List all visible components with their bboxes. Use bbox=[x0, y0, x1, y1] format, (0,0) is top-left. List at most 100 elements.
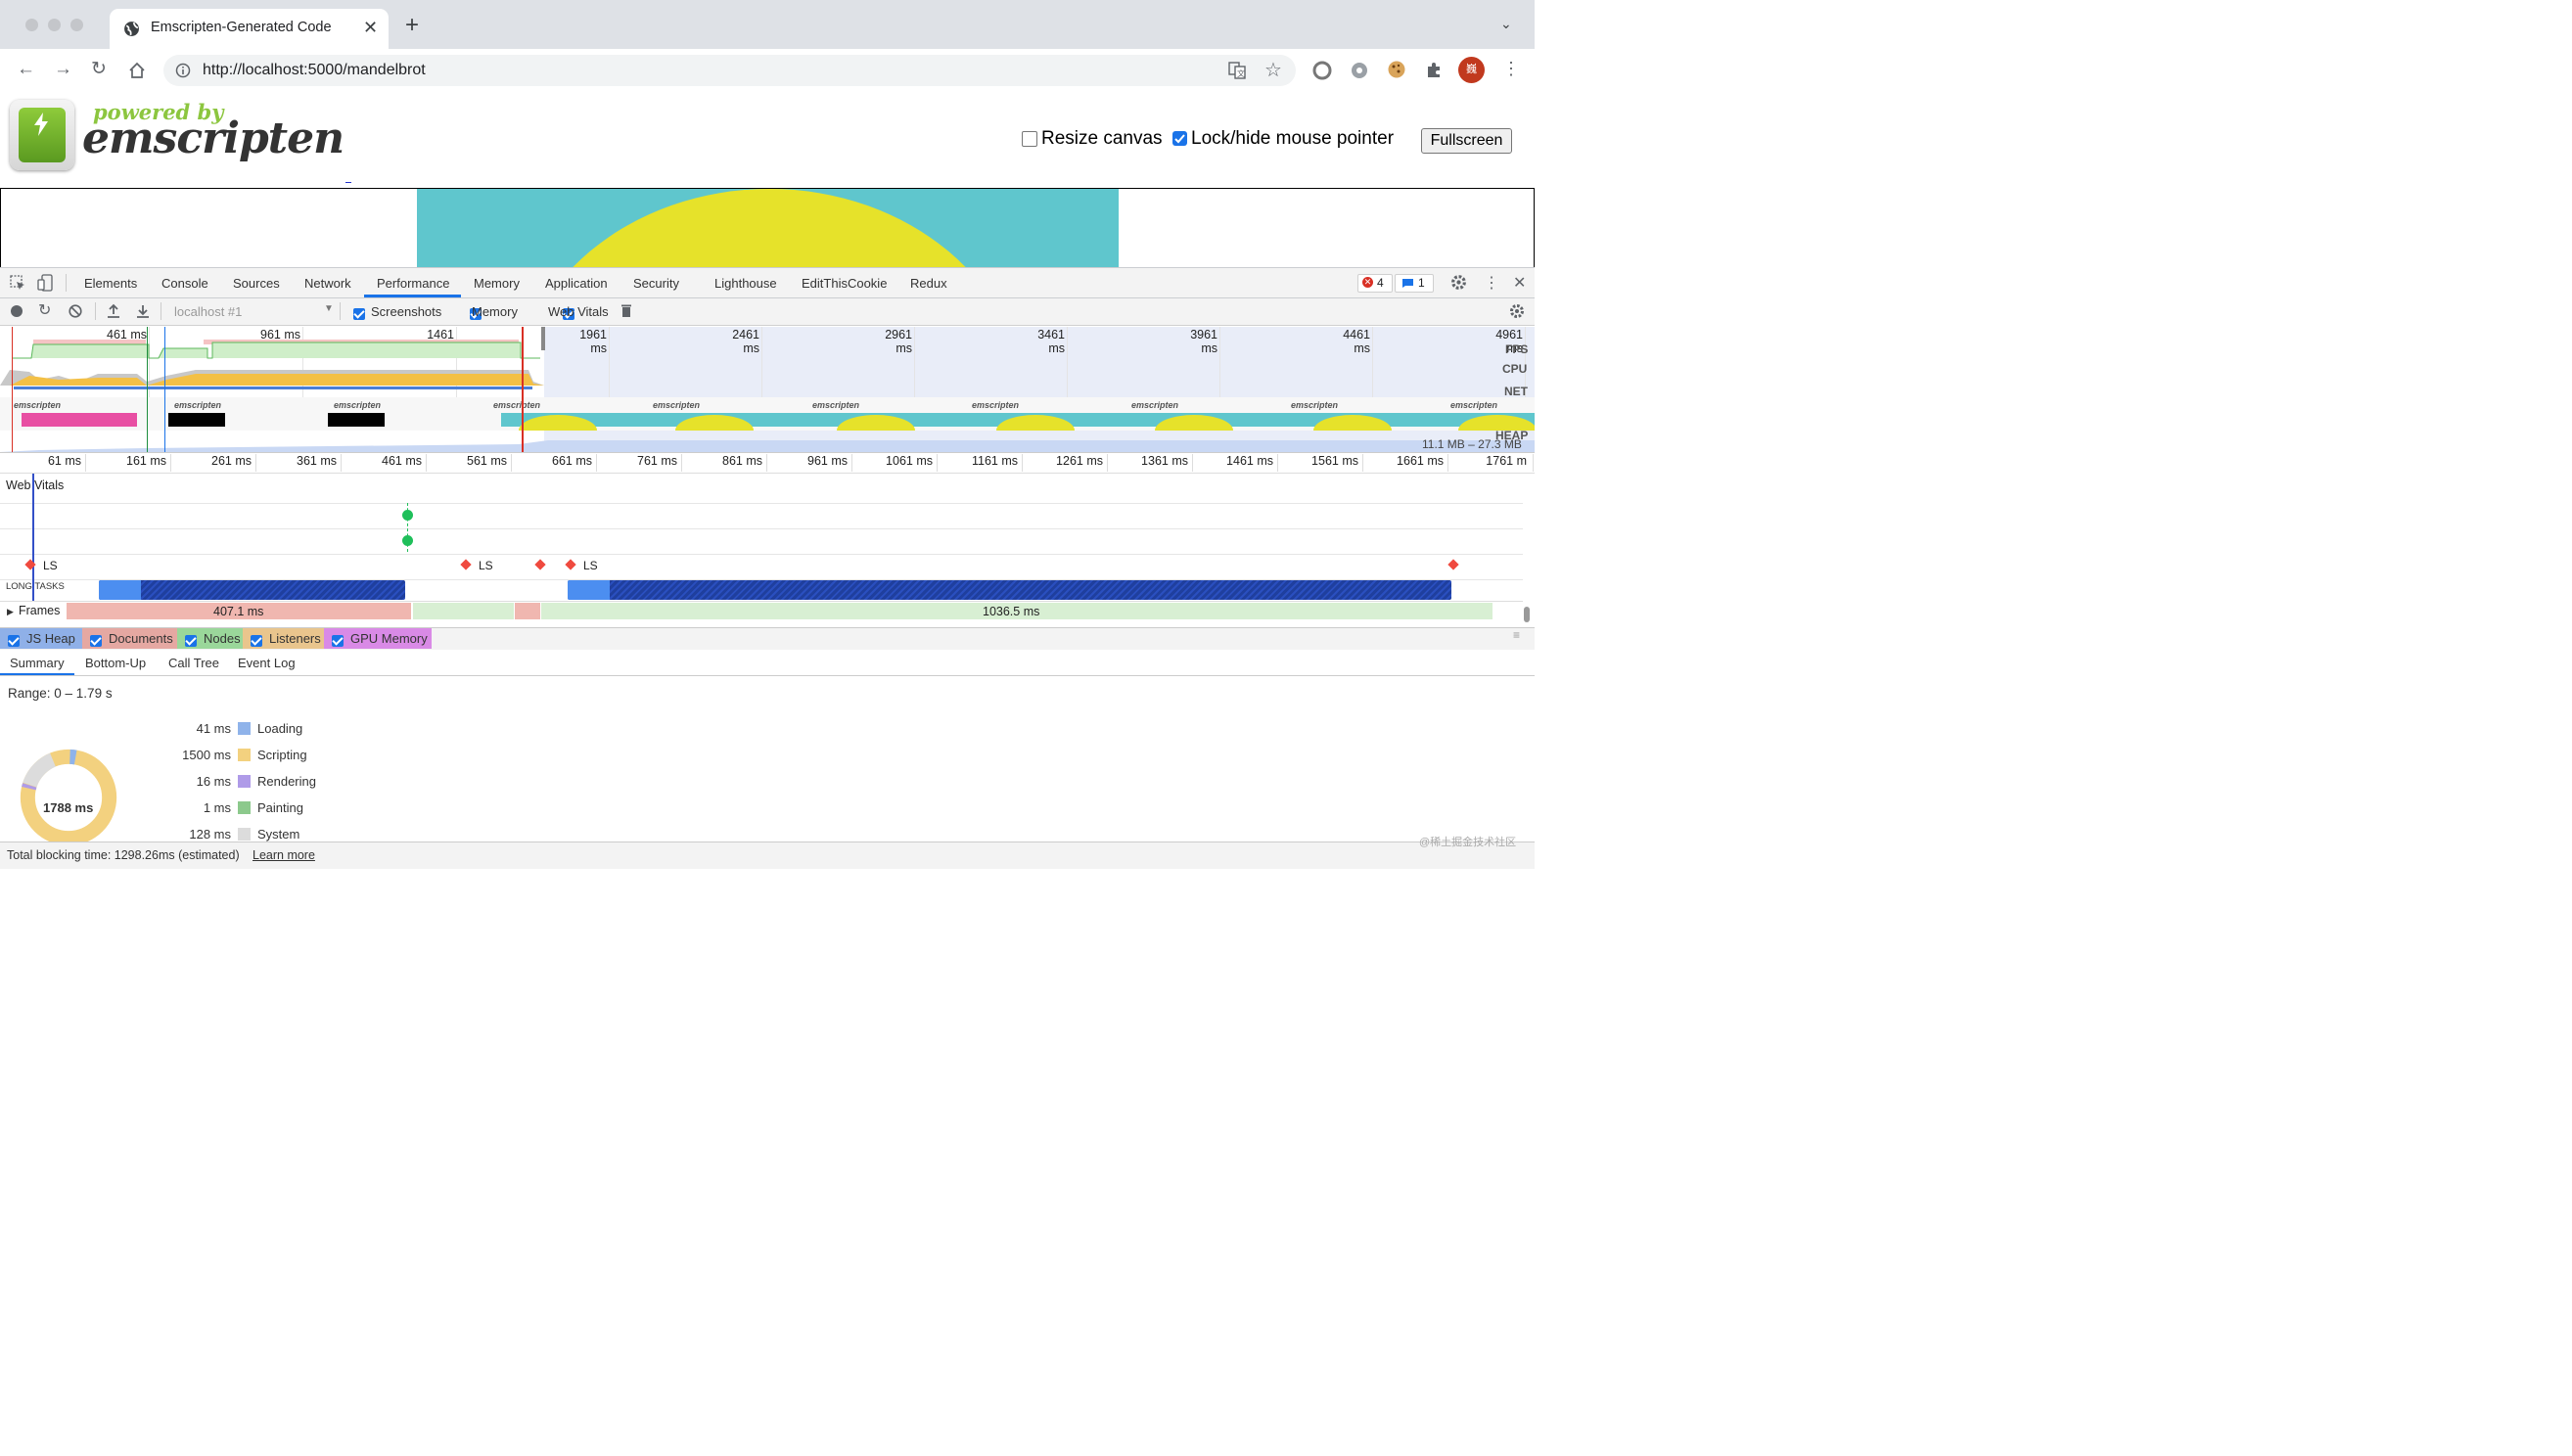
layout-shift-marker[interactable] bbox=[460, 559, 472, 570]
back-button[interactable]: ← bbox=[17, 59, 35, 80]
extension-circle-icon[interactable] bbox=[1312, 61, 1332, 80]
tab-call-tree[interactable]: Call Tree bbox=[168, 656, 219, 670]
learn-more-link[interactable]: Learn more bbox=[253, 848, 315, 862]
counter-checkbox[interactable] bbox=[185, 635, 197, 647]
tab-application[interactable]: Application bbox=[545, 276, 608, 291]
extension-gear-icon[interactable] bbox=[1350, 61, 1369, 80]
tab-redux[interactable]: Redux bbox=[910, 276, 947, 291]
info-icon[interactable] bbox=[175, 63, 191, 78]
tab-divider bbox=[66, 274, 67, 292]
cookie-icon[interactable] bbox=[1387, 60, 1406, 79]
resize-canvas-checkbox[interactable] bbox=[1022, 131, 1037, 147]
expand-frames-icon[interactable]: ▶ bbox=[7, 607, 14, 617]
tab-editthiscookie[interactable]: EditThisCookie bbox=[802, 276, 887, 291]
tab-search-chevron-icon[interactable]: ⌄ bbox=[1500, 16, 1512, 32]
translate-icon[interactable]: 文 bbox=[1228, 62, 1246, 79]
tab-performance[interactable]: Performance bbox=[377, 276, 449, 291]
memory-counter-toggle[interactable]: Listeners bbox=[243, 628, 324, 649]
chevron-down-icon[interactable]: ▼ bbox=[324, 303, 334, 314]
summary-donut-chart bbox=[20, 749, 117, 846]
globe-icon bbox=[124, 22, 139, 36]
tab-event-log[interactable]: Event Log bbox=[238, 656, 296, 670]
screenshots-checkbox[interactable] bbox=[353, 308, 365, 320]
inspect-element-icon[interactable] bbox=[10, 275, 26, 292]
tab-network[interactable]: Network bbox=[304, 276, 351, 291]
close-tab-icon[interactable]: ✕ bbox=[363, 18, 378, 38]
save-profile-icon[interactable] bbox=[136, 303, 150, 319]
tab-bottom-up[interactable]: Bottom-Up bbox=[85, 656, 146, 670]
time-grid-line bbox=[851, 454, 852, 472]
tab-security[interactable]: Security bbox=[633, 276, 679, 291]
frame-bar-dropped[interactable] bbox=[515, 603, 540, 619]
overview-marker bbox=[12, 327, 13, 452]
memory-counter-toggle[interactable]: JS Heap bbox=[0, 628, 82, 649]
counter-checkbox[interactable] bbox=[332, 635, 344, 647]
home-icon[interactable] bbox=[128, 62, 146, 79]
close-window-button[interactable] bbox=[25, 19, 38, 31]
minimize-window-button[interactable] bbox=[48, 19, 61, 31]
counter-label: Documents bbox=[109, 631, 173, 646]
cpu-label: CPU bbox=[1502, 362, 1528, 376]
drag-handle-icon[interactable]: ≡ bbox=[1513, 628, 1520, 642]
close-devtools-icon[interactable]: ✕ bbox=[1513, 273, 1526, 293]
time-grid-line bbox=[1447, 454, 1448, 472]
address-bar[interactable]: http://localhost:5000/mandelbrot 文 ☆ bbox=[163, 55, 1296, 86]
time-tick-label: 1561 ms bbox=[1311, 454, 1358, 468]
extensions-puzzle-icon[interactable] bbox=[1425, 61, 1444, 79]
vital-marker-good[interactable] bbox=[402, 510, 413, 521]
long-task-bar[interactable] bbox=[99, 580, 405, 600]
flame-scrollbar[interactable] bbox=[1524, 607, 1530, 622]
timeline-overview[interactable]: 461 ms961 ms1461 ms1961 ms2461 ms2961 ms… bbox=[0, 327, 1535, 453]
zoom-window-button[interactable] bbox=[70, 19, 83, 31]
bookmark-star-icon[interactable]: ☆ bbox=[1264, 58, 1282, 82]
reload-profile-button[interactable]: ↻ bbox=[38, 300, 51, 320]
tab-summary[interactable]: Summary bbox=[10, 656, 65, 670]
tab-console[interactable]: Console bbox=[161, 276, 208, 291]
tab-lighthouse[interactable]: Lighthouse bbox=[714, 276, 777, 291]
flame-chart[interactable]: Web Vitals LS LS LS LONG TASKS ▶ Frames bbox=[0, 474, 1523, 625]
memory-counter-toggle[interactable]: GPU Memory bbox=[324, 628, 432, 649]
fullscreen-button[interactable]: Fullscreen bbox=[1421, 128, 1512, 154]
error-counter[interactable]: ✕ 4 bbox=[1357, 274, 1393, 293]
overview-tick-label: 2461 ms bbox=[732, 328, 759, 355]
message-counter[interactable]: 1 bbox=[1395, 274, 1434, 293]
tab-elements[interactable]: Elements bbox=[84, 276, 137, 291]
overview-tick-label: 1961 ms bbox=[579, 328, 607, 355]
devtools-menu-icon[interactable]: ⋮ bbox=[1484, 273, 1499, 293]
vital-marker-good[interactable] bbox=[402, 535, 413, 546]
record-button[interactable] bbox=[11, 305, 23, 317]
load-profile-icon[interactable] bbox=[107, 303, 120, 319]
heap-range: 11.1 MB – 27.3 MB bbox=[1422, 437, 1522, 451]
summary-category: Rendering bbox=[257, 774, 316, 789]
time-tick-label: 1061 ms bbox=[886, 454, 933, 468]
tab-memory[interactable]: Memory bbox=[474, 276, 520, 291]
frame-bar[interactable] bbox=[413, 603, 514, 619]
device-toolbar-icon[interactable] bbox=[37, 274, 54, 292]
lock-pointer-checkbox[interactable] bbox=[1172, 131, 1187, 146]
settings-gear-icon[interactable] bbox=[1450, 274, 1467, 291]
clear-icon[interactable] bbox=[69, 304, 82, 318]
counter-checkbox[interactable] bbox=[8, 635, 20, 647]
profile-avatar[interactable]: 巍 bbox=[1458, 57, 1485, 83]
layout-shift-marker[interactable] bbox=[565, 559, 576, 570]
browser-menu-icon[interactable]: ⋮ bbox=[1502, 59, 1520, 79]
profile-target-select[interactable]: localhost #1 bbox=[174, 304, 242, 319]
browser-tab[interactable]: Emscripten-Generated Code ✕ bbox=[110, 9, 389, 49]
memory-counter-toggle[interactable]: Documents bbox=[82, 628, 177, 649]
layout-shift-marker[interactable] bbox=[534, 559, 546, 570]
memory-counter-toggle[interactable]: Nodes bbox=[177, 628, 243, 649]
counter-checkbox[interactable] bbox=[251, 635, 262, 647]
new-tab-button[interactable]: + bbox=[405, 14, 419, 37]
reload-button[interactable]: ↻ bbox=[91, 58, 107, 80]
selection-handle[interactable] bbox=[541, 327, 545, 350]
capture-settings-gear-icon[interactable] bbox=[1509, 303, 1525, 319]
trash-icon[interactable] bbox=[620, 303, 632, 318]
counter-checkbox[interactable] bbox=[90, 635, 102, 647]
long-task-bar[interactable] bbox=[568, 580, 1451, 600]
svg-text:emscripten: emscripten bbox=[812, 400, 860, 410]
tab-sources[interactable]: Sources bbox=[233, 276, 280, 291]
layout-shift-marker[interactable] bbox=[1447, 559, 1459, 570]
time-tick-label: 1661 ms bbox=[1397, 454, 1444, 468]
forward-button[interactable]: → bbox=[54, 59, 72, 80]
emscripten-canvas[interactable] bbox=[0, 188, 1535, 278]
